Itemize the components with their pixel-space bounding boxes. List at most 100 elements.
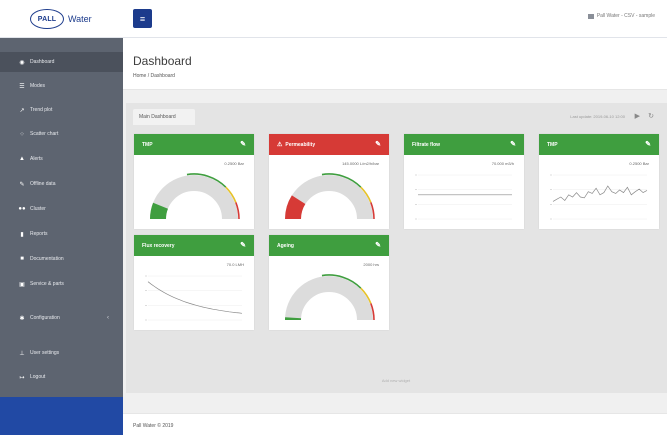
user-icon: ⊥ — [19, 350, 25, 357]
series-line — [552, 185, 648, 202]
widget-title: Permeability — [285, 141, 316, 148]
footer: Pall Water © 2019 — [123, 413, 667, 435]
edit-icon[interactable]: ✎ — [240, 140, 246, 148]
widget-flux-recovery[interactable]: Flux recovery ✎ 70.0 LMH — [134, 235, 254, 330]
user-menu-label: Pall Water - CSV - sample — [596, 13, 655, 19]
widget-header: ⚠ Permeability ✎ — [269, 134, 389, 155]
sidebar-item-configuration[interactable]: ✱ Configuration ‹ — [0, 308, 123, 328]
menu-toggle-button[interactable]: ≡ — [133, 9, 152, 28]
sidebar-item-label: User settings — [30, 350, 60, 356]
sidebar-item-alerts[interactable]: ▲ Alerts — [0, 149, 123, 169]
widget-permeability-gauge[interactable]: ⚠ Permeability ✎ 145.0000 L/m2/h/bar — [269, 134, 389, 229]
sidebar-item-label: Cluster — [30, 206, 46, 212]
widget-title: Flux recovery — [142, 242, 175, 249]
warning-icon: ⚠ — [277, 142, 283, 148]
edit-icon[interactable]: ✎ — [510, 140, 516, 148]
service-icon: ▣ — [19, 281, 25, 288]
sidebar-item-label: Reports — [30, 231, 48, 237]
page-header: Dashboard Home / Dashboard — [123, 38, 667, 90]
line-chart — [145, 275, 243, 321]
sidebar-item-logout[interactable]: ↦ Logout — [0, 367, 123, 387]
brand-subtitle: Water — [68, 14, 92, 24]
sidebar-item-service-parts[interactable]: ▣ Service & parts — [0, 274, 123, 294]
trend-icon: ↗ — [19, 107, 25, 114]
widget-title: Ageing — [277, 242, 294, 249]
content-area: Dashboard Home / Dashboard Main Dashboar… — [123, 38, 667, 435]
brand[interactable]: PALL Water — [0, 0, 123, 38]
widget-header: Filtrate flow ✎ — [404, 134, 524, 155]
book-icon: ■ — [20, 256, 24, 262]
gauge-track — [150, 175, 238, 220]
sidebar-item-label: Configuration — [30, 315, 60, 321]
widget-header: Flux recovery ✎ — [134, 235, 254, 256]
dashboard-panel: Main Dashboard Last update: 2019-06-10 1… — [126, 103, 667, 393]
sidebar-item-cluster[interactable]: ●● Cluster — [0, 199, 123, 219]
building-icon — [587, 13, 594, 19]
cluster-icon: ●● — [18, 206, 26, 212]
edit-icon[interactable]: ✎ — [645, 140, 651, 148]
hamburger-icon: ≡ — [139, 13, 146, 24]
sidebar: ◉ Dashboard ☰ Modes ↗ Trend plot ⁘ Scatt… — [0, 38, 123, 435]
sidebar-item-label: Logout — [30, 374, 46, 380]
gauge-chart — [150, 173, 240, 220]
app-root: PALL Water ≡ Pall Water - CSV - sample ◉… — [0, 0, 667, 435]
breadcrumb[interactable]: Home / Dashboard — [133, 73, 175, 79]
gauge-track — [285, 175, 373, 220]
sidebar-item-user-settings[interactable]: ⊥ User settings — [0, 343, 123, 363]
sidebar-item-label: Dashboard — [30, 59, 55, 65]
dashboard-icon: ◉ — [19, 59, 25, 66]
user-menu[interactable]: Pall Water - CSV - sample — [587, 13, 655, 19]
widget-header: Ageing ✎ — [269, 235, 389, 256]
play-icon[interactable]: ▶ — [635, 112, 640, 120]
widget-tmp-gauge[interactable]: TMP ✎ 0.2500 Bar — [134, 134, 254, 229]
edit-icon[interactable]: ✎ — [375, 140, 381, 148]
sidebar-footer-band — [0, 397, 123, 435]
sidebar-item-label: Service & parts — [30, 281, 64, 287]
widget-ageing-gauge[interactable]: Ageing ✎ 2000 hrs — [269, 235, 389, 330]
report-icon: ▮ — [20, 231, 24, 238]
line-chart — [550, 174, 648, 220]
scatter-icon: ⁘ — [19, 131, 25, 138]
footer-text: Pall Water © 2019 — [133, 423, 174, 429]
sidebar-item-label: Trend plot — [30, 107, 53, 113]
page-title: Dashboard — [133, 54, 192, 68]
sidebar-item-label: Modes — [30, 83, 46, 89]
top-header: PALL Water ≡ Pall Water - CSV - sample — [0, 0, 667, 38]
gauge-chart — [285, 173, 375, 220]
widget-tmp-trend[interactable]: TMP ✎ 0.2500 Bar — [539, 134, 659, 229]
last-update-text: Last update: 2019-06-10 12:00 — [570, 114, 625, 119]
add-widget-hint[interactable]: Add new widget — [326, 378, 466, 383]
refresh-icon[interactable]: ↻ — [648, 112, 654, 120]
widget-title: TMP — [142, 141, 153, 148]
gear-icon: ✱ — [19, 315, 25, 322]
pall-logo: PALL — [30, 9, 64, 29]
sidebar-item-documentation[interactable]: ■ Documentation — [0, 249, 123, 269]
widget-title: Filtrate flow — [412, 141, 441, 148]
gauge-value-fill — [285, 195, 306, 220]
sidebar-item-offline-data[interactable]: ✎ Offline data — [0, 174, 123, 194]
gauge-value-fill — [150, 202, 169, 220]
line-chart — [415, 174, 512, 220]
sidebar-item-label: Scatter chart — [30, 131, 59, 137]
widget-title: TMP — [547, 141, 558, 148]
sidebar-item-trend-plot[interactable]: ↗ Trend plot — [0, 100, 123, 120]
sidebar-item-reports[interactable]: ▮ Reports — [0, 224, 123, 244]
sidebar-item-label: Offline data — [30, 181, 56, 187]
chevron-left-icon: ‹ — [107, 315, 109, 321]
list-icon: ☰ — [19, 83, 25, 90]
sidebar-item-label: Documentation — [30, 256, 64, 262]
pencil-icon: ✎ — [19, 181, 25, 188]
sidebar-item-modes[interactable]: ☰ Modes — [0, 76, 123, 96]
tab-main-dashboard[interactable]: Main Dashboard — [133, 109, 195, 125]
gauge-chart — [285, 274, 375, 321]
logout-icon: ↦ — [19, 374, 25, 381]
sidebar-item-scatter-chart[interactable]: ⁘ Scatter chart — [0, 124, 123, 144]
edit-icon[interactable]: ✎ — [240, 241, 246, 249]
widget-header: TMP ✎ — [539, 134, 659, 155]
series-line — [147, 281, 243, 314]
alert-icon: ▲ — [19, 156, 25, 162]
sidebar-item-dashboard[interactable]: ◉ Dashboard — [0, 52, 123, 72]
gauge-track — [285, 276, 373, 321]
widget-filtrate-flow[interactable]: Filtrate flow ✎ 70.000 m3/h — [404, 134, 524, 229]
edit-icon[interactable]: ✎ — [375, 241, 381, 249]
